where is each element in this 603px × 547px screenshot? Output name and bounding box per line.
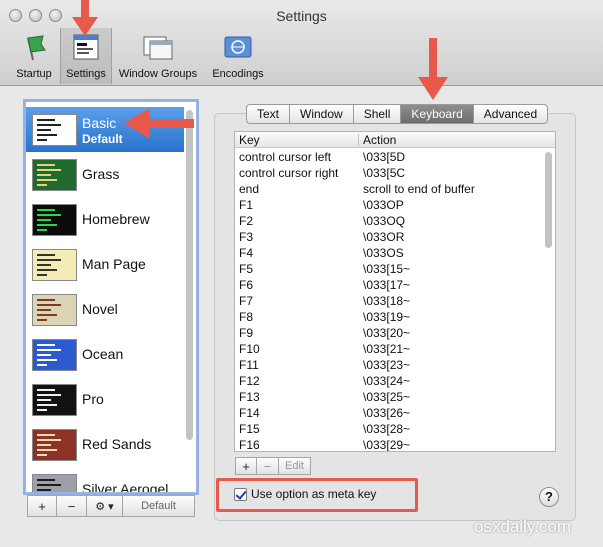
annotation-arrows	[72, 0, 448, 139]
arrow-down-keyboard-icon	[418, 38, 448, 100]
watermark: osxdaily.com	[474, 517, 571, 536]
arrow-down-settings-icon	[72, 0, 98, 36]
arrow-left-icon	[124, 108, 194, 139]
